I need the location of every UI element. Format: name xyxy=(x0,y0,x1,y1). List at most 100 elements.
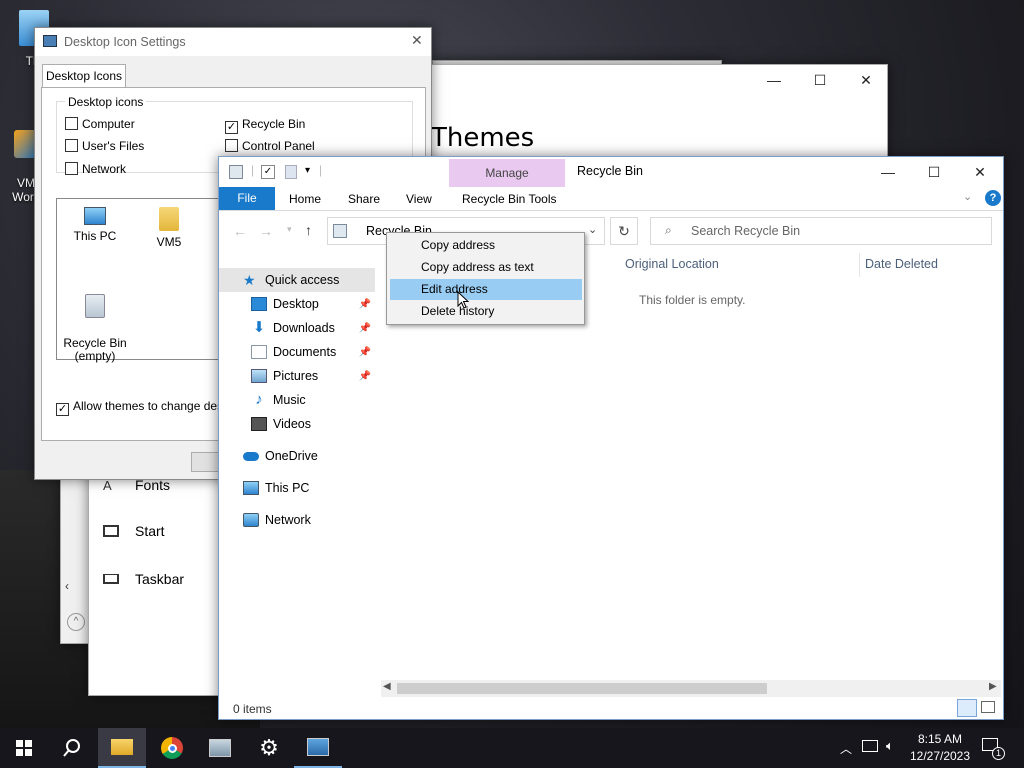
nav-downloads[interactable]: ⬇ Downloads 📌 xyxy=(219,316,375,340)
details-view-icon[interactable] xyxy=(957,699,977,717)
tab-share[interactable]: Share xyxy=(348,192,380,206)
up-icon[interactable]: ↑ xyxy=(305,222,312,238)
app-icon xyxy=(209,739,231,757)
clock-time: 8:15 AM xyxy=(917,732,963,746)
chrome-icon xyxy=(161,737,183,759)
refresh-button[interactable]: ↻ xyxy=(610,217,638,245)
pin-icon[interactable]: 📌 xyxy=(359,347,371,358)
checkbox-network[interactable]: Network xyxy=(65,162,126,176)
notification-center-button[interactable]: 1 xyxy=(982,738,1006,760)
nav-item-taskbar[interactable]: Taskbar xyxy=(103,567,223,591)
expand-ribbon-icon[interactable]: ⌄ xyxy=(963,190,972,203)
menu-item-copy-address-as-text[interactable]: Copy address as text xyxy=(390,257,582,278)
nav-quick-access[interactable]: ★ Quick access xyxy=(219,268,375,292)
checkbox-box[interactable] xyxy=(65,139,78,152)
search-input[interactable]: Search Recycle Bin xyxy=(691,224,800,238)
search-icon: ⌕ xyxy=(665,223,672,237)
checkbox-recycle-bin[interactable]: ✓ Recycle Bin xyxy=(225,117,305,134)
nav-music[interactable]: ♪ Music xyxy=(219,388,375,412)
minimize-button[interactable]: — xyxy=(865,157,911,187)
clock[interactable]: 8:15 AM 12/27/2023 xyxy=(906,731,974,765)
dialog-titlebar: Desktop Icon Settings ✕ xyxy=(35,28,431,56)
nav-label: Downloads xyxy=(273,321,335,335)
large-icons-view-icon[interactable] xyxy=(981,701,995,713)
ribbon-tabs: File Home Share View Recycle Bin Tools ⌄… xyxy=(219,187,1003,211)
scroll-left-icon[interactable]: ◀ xyxy=(383,681,391,692)
nav-network[interactable]: Network xyxy=(219,508,375,532)
nav-this-pc[interactable]: This PC xyxy=(219,476,375,500)
back-icon[interactable]: ← xyxy=(233,223,247,239)
nav-documents[interactable]: Documents 📌 xyxy=(219,340,375,364)
checkbox-control-panel[interactable]: Control Panel xyxy=(225,139,315,153)
recent-chevron-icon[interactable]: ▾ xyxy=(287,224,292,235)
properties-icon[interactable]: ✓ xyxy=(261,165,275,179)
column-header-original-location[interactable]: Original Location xyxy=(625,257,719,271)
checkbox-users-files[interactable]: User's Files xyxy=(65,139,144,153)
tab-view[interactable]: View xyxy=(406,192,432,206)
new-folder-icon[interactable] xyxy=(285,165,297,179)
taskbar-display-settings[interactable] xyxy=(294,728,342,768)
start-button[interactable] xyxy=(0,728,48,768)
taskbar-chrome[interactable] xyxy=(148,728,196,768)
nav-item-start[interactable]: Start xyxy=(103,519,223,543)
music-icon: ♪ xyxy=(255,391,263,408)
taskbar-settings[interactable]: ⚙ xyxy=(245,728,293,768)
scrollbar-thumb[interactable] xyxy=(397,683,767,694)
checkbox-box[interactable] xyxy=(65,117,78,130)
preview-label: This PC xyxy=(73,229,117,243)
scroll-right-icon[interactable]: ▶ xyxy=(989,681,997,692)
help-icon[interactable]: ? xyxy=(985,190,1001,206)
pin-icon[interactable]: 📌 xyxy=(359,299,371,310)
checkbox-label: Control Panel xyxy=(242,139,315,153)
navigation-pane: ★ Quick access Desktop 📌 ⬇ Downloads 📌 Doc… xyxy=(219,265,379,545)
forward-icon[interactable]: → xyxy=(259,223,273,239)
titlebar: | ✓ ▾ | Manage Recycle Bin — ☐ ✕ xyxy=(219,157,1003,187)
maximize-button[interactable]: ☐ xyxy=(911,157,957,187)
column-header-date-deleted[interactable]: Date Deleted xyxy=(865,257,938,271)
nav-videos[interactable]: Videos xyxy=(219,412,375,436)
nav-item-label: Taskbar xyxy=(135,571,185,587)
nav-label: Videos xyxy=(273,417,311,431)
preview-label: VM5 xyxy=(156,235,182,249)
minimize-button[interactable]: — xyxy=(751,65,797,95)
close-button[interactable]: ✕ xyxy=(957,157,1003,187)
close-button[interactable]: ✕ xyxy=(411,32,423,49)
search-button[interactable] xyxy=(48,728,96,768)
allow-themes-checkbox[interactable]: ✓ Allow themes to change deskto xyxy=(56,399,239,416)
nav-desktop[interactable]: Desktop 📌 xyxy=(219,292,375,316)
pin-icon[interactable]: 📌 xyxy=(359,371,371,382)
maximize-button[interactable]: ☐ xyxy=(797,65,843,95)
preview-item-recycle-bin[interactable]: Recycle Bin (empty) xyxy=(61,281,129,363)
gear-icon: ⚙ xyxy=(259,735,279,760)
chevron-down-icon[interactable]: ▾ xyxy=(305,165,310,176)
tab-file[interactable]: File xyxy=(219,187,275,210)
network-tray-icon[interactable] xyxy=(862,740,878,752)
preview-item-user[interactable]: VM5 xyxy=(147,207,191,249)
taskbar-app[interactable] xyxy=(196,728,244,768)
checkbox-computer[interactable]: Computer xyxy=(65,117,135,131)
contextual-tab-group[interactable]: Manage xyxy=(449,159,565,187)
menu-item-copy-address[interactable]: Copy address xyxy=(390,235,582,256)
tab-desktop-icons[interactable]: Desktop Icons xyxy=(42,64,126,88)
search-box[interactable]: ⌕ Search Recycle Bin xyxy=(650,217,992,245)
horizontal-scrollbar[interactable]: ◀ ▶ xyxy=(381,680,1001,697)
address-dropdown-icon[interactable]: ⌄ xyxy=(588,223,597,236)
nav-pictures[interactable]: Pictures 📌 xyxy=(219,364,375,388)
volume-icon[interactable]: 🔈︎ xyxy=(886,738,894,754)
tab-home[interactable]: Home xyxy=(289,192,321,206)
icon-preview-list[interactable]: This PC VM5 Recycle Bin (empty) xyxy=(56,198,226,363)
nav-onedrive[interactable]: OneDrive xyxy=(219,444,375,468)
chevron-up-icon[interactable]: ︿ xyxy=(840,740,852,757)
menu-item-delete-history[interactable]: Delete history xyxy=(390,301,582,322)
checkbox-box[interactable] xyxy=(65,162,78,175)
preview-item-this-pc[interactable]: This PC xyxy=(69,207,121,243)
checkbox-box[interactable] xyxy=(225,139,238,152)
pin-icon[interactable]: 📌 xyxy=(359,323,371,334)
checkbox-box-checked[interactable]: ✓ xyxy=(225,121,238,134)
menu-item-edit-address[interactable]: Edit address xyxy=(390,279,582,300)
tab-recycle-bin-tools[interactable]: Recycle Bin Tools xyxy=(462,192,557,206)
close-button[interactable]: ✕ xyxy=(843,65,889,95)
checkbox-box-checked[interactable]: ✓ xyxy=(56,403,69,416)
taskbar-file-explorer[interactable] xyxy=(98,728,146,768)
checkbox-label: Allow themes to change deskto xyxy=(73,399,240,413)
